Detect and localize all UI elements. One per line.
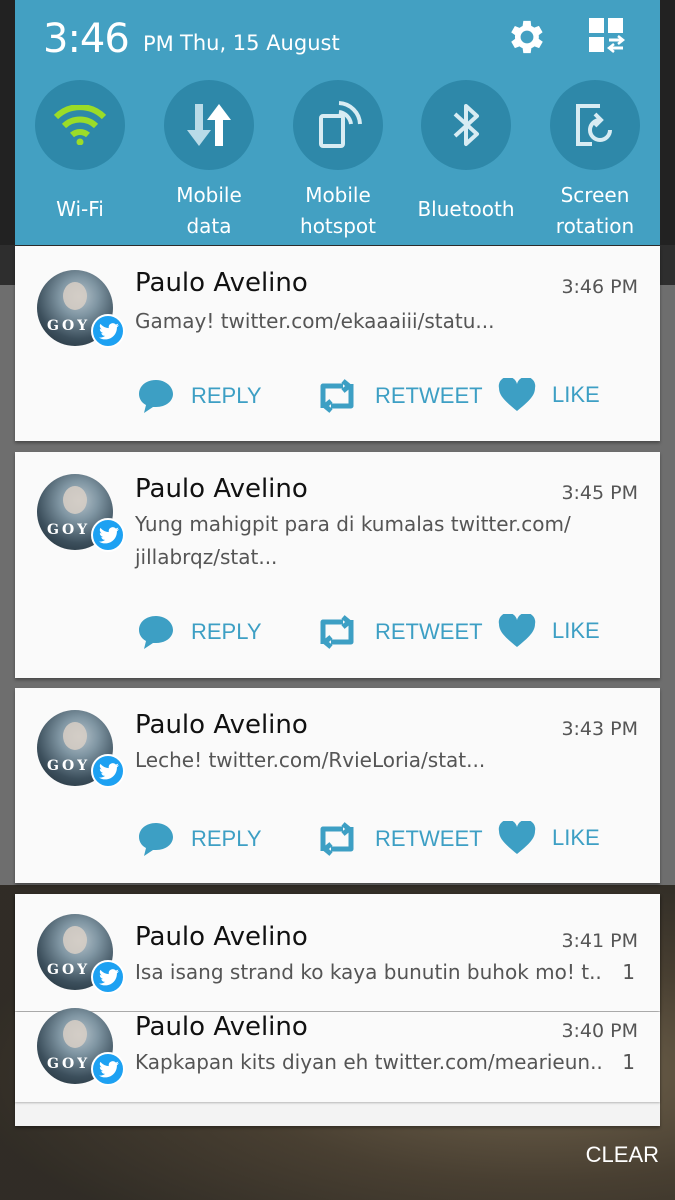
sender-name: Paulo Avelino <box>135 474 308 504</box>
notification-text: Leche! twitter.com/RvieLoria/stat... <box>135 748 486 772</box>
clear-button[interactable]: CLEAR <box>586 1142 659 1168</box>
heart-icon <box>498 378 536 411</box>
notification-text-line1: Yung mahigpit para di kumalas twitter.co… <box>135 512 571 536</box>
status-clock: 3:46 <box>43 16 130 62</box>
notification-card[interactable]: GOY Paulo Avelino 3:43 PM Leche! twitter… <box>15 688 660 883</box>
notification-time: 3:46 PM <box>561 276 638 298</box>
notification-time: 3:45 PM <box>561 482 638 504</box>
notification-card[interactable]: GOY Paulo Avelino 3:46 PM Gamay! twitter… <box>15 246 660 441</box>
avatar-text: GOY <box>47 962 91 978</box>
twitter-icon <box>91 754 125 788</box>
tile-label: Screen rotation <box>540 180 650 242</box>
twitter-icon <box>91 314 125 348</box>
tile-grid-icon[interactable] <box>587 16 627 56</box>
tile-label-line1: Mobile <box>305 183 371 207</box>
tile-mobile-hotspot[interactable]: Mobile hotspot <box>283 80 393 242</box>
notification-time: 3:41 PM <box>561 930 638 952</box>
heart-icon <box>498 821 536 854</box>
tile-label: Bluetooth <box>417 197 515 221</box>
twitter-icon <box>91 960 125 994</box>
tile-label: Mobile data <box>154 180 264 242</box>
tile-label-line2: rotation <box>555 214 635 238</box>
status-date: Thu, 15 August <box>180 31 340 55</box>
notification-text: Isa isang strand ko kaya bunutin buhok m… <box>135 960 602 984</box>
notification-count: 1 <box>622 1050 635 1074</box>
reply-button[interactable]: REPLY <box>137 614 262 650</box>
retweet-icon <box>320 822 354 856</box>
screen-rotation-icon <box>550 80 640 170</box>
sender-name: Paulo Avelino <box>135 268 308 298</box>
tile-screen-rotation[interactable]: Screen rotation <box>540 80 650 242</box>
reply-icon <box>139 823 173 856</box>
tile-wifi[interactable]: Wi-Fi <box>25 80 135 225</box>
like-button[interactable]: LIKE <box>498 821 600 855</box>
avatar-text: GOY <box>47 318 91 334</box>
tile-mobile-data[interactable]: Mobile data <box>154 80 264 242</box>
sender-name: Paulo Avelino <box>135 922 308 952</box>
bluetooth-icon <box>421 80 511 170</box>
like-label: LIKE <box>552 825 600 850</box>
like-button[interactable]: LIKE <box>498 378 600 412</box>
notification-text: Yung mahigpit para di kumalas twitter.co… <box>135 508 605 574</box>
quick-settings-panel: 3:46 PM Thu, 15 August Wi-Fi Mobile data… <box>15 0 660 245</box>
avatar-text: GOY <box>47 1056 91 1072</box>
retweet-label: RETWEET <box>375 826 483 851</box>
retweet-label: RETWEET <box>375 619 483 644</box>
like-label: LIKE <box>552 618 600 643</box>
reply-label: REPLY <box>191 619 262 644</box>
reply-icon <box>139 380 173 413</box>
tile-label: Mobile hotspot <box>283 180 393 242</box>
tile-label: Wi-Fi <box>56 197 104 221</box>
like-button[interactable]: LIKE <box>498 614 600 648</box>
tile-label-line2: data <box>186 214 232 238</box>
notification-card[interactable]: GOY Paulo Avelino 3:40 PM Kapkapan kits … <box>15 1008 660 1102</box>
reply-button[interactable]: REPLY <box>137 821 262 857</box>
notification-time: 3:43 PM <box>561 718 638 740</box>
tile-label-line2: hotspot <box>300 214 376 238</box>
tile-bluetooth[interactable]: Bluetooth <box>411 80 521 225</box>
retweet-label: RETWEET <box>375 383 483 408</box>
avatar-text: GOY <box>47 522 91 538</box>
notification-text: Gamay! twitter.com/ekaaaiii/statu... <box>135 309 495 333</box>
sender-name: Paulo Avelino <box>135 710 308 740</box>
reply-label: REPLY <box>191 383 262 408</box>
reply-label: REPLY <box>191 826 262 851</box>
mobile-data-icon <box>164 80 254 170</box>
reply-button[interactable]: REPLY <box>137 378 262 414</box>
notification-text-line2: jillabrqz/stat... <box>135 545 278 569</box>
notification-time: 3:40 PM <box>561 1020 638 1042</box>
sender-name: Paulo Avelino <box>135 1012 308 1042</box>
wifi-icon <box>35 80 125 170</box>
heart-icon <box>498 614 536 647</box>
tile-label-line1: Screen <box>560 183 630 207</box>
gear-icon[interactable] <box>505 15 549 59</box>
avatar-text: GOY <box>47 758 91 774</box>
reply-icon <box>139 616 173 649</box>
status-ampm: PM <box>143 32 174 56</box>
notification-count: 1 <box>622 960 635 984</box>
retweet-button[interactable]: RETWEET <box>315 614 483 650</box>
like-label: LIKE <box>552 382 600 407</box>
retweet-button[interactable]: RETWEET <box>315 378 483 414</box>
retweet-icon <box>320 615 354 649</box>
tile-label-line1: Mobile <box>176 183 242 207</box>
retweet-button[interactable]: RETWEET <box>315 821 483 857</box>
retweet-icon <box>320 379 354 413</box>
twitter-icon <box>91 1052 125 1086</box>
twitter-icon <box>91 518 125 552</box>
notification-card[interactable]: GOY Paulo Avelino 3:45 PM Yung mahigpit … <box>15 452 660 678</box>
notification-text: Kapkapan kits diyan eh twitter.com/meari… <box>135 1050 603 1074</box>
notification-card[interactable]: GOY Paulo Avelino 3:41 PM Isa isang stra… <box>15 894 660 1011</box>
hotspot-icon <box>293 80 383 170</box>
